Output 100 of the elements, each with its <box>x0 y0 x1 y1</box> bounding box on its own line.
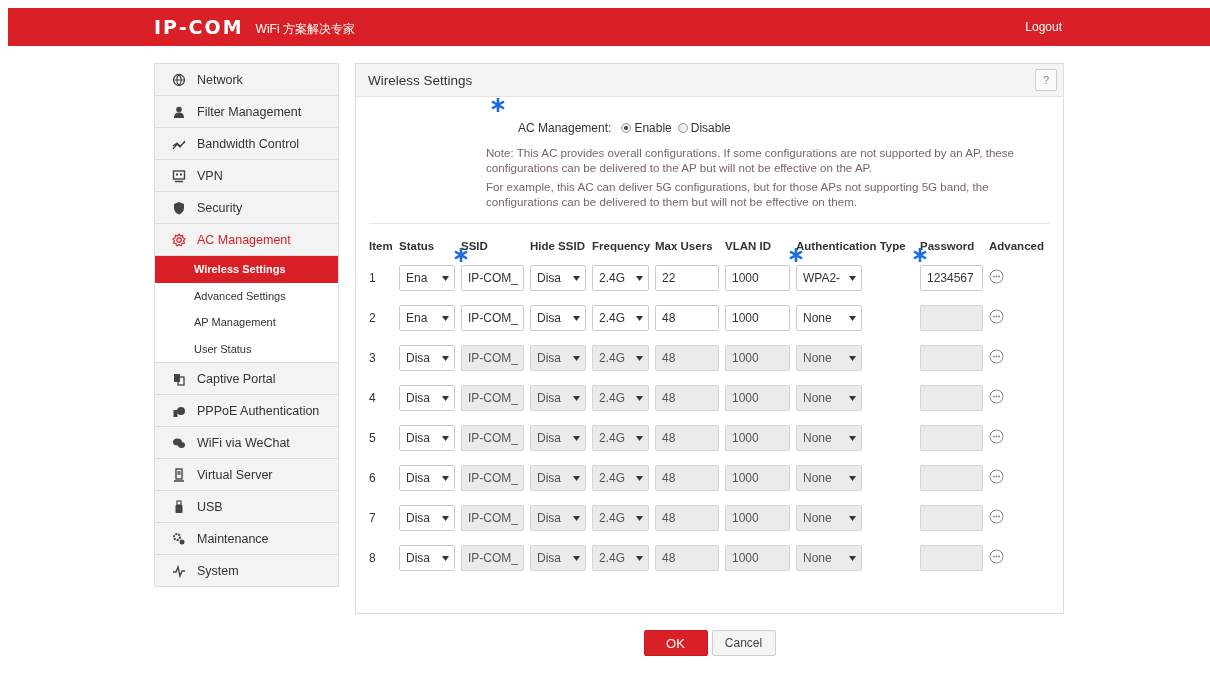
caret-icon <box>636 355 643 361</box>
item-number: 1 <box>369 271 376 285</box>
caret-icon <box>849 275 856 281</box>
submenu-item[interactable]: Advanced Settings <box>155 282 338 309</box>
more-icon[interactable] <box>989 389 1004 404</box>
sidebar-item[interactable]: Captive Portal <box>155 363 338 395</box>
caret-icon <box>442 515 449 521</box>
ok-button[interactable]: OK <box>643 630 708 656</box>
caret-icon <box>636 315 643 321</box>
vlan-id-field[interactable]: 1000 <box>725 265 790 291</box>
pages-icon <box>172 371 186 386</box>
caret-icon <box>636 275 643 281</box>
sidebar-item[interactable]: Bandwidth Control <box>155 128 338 160</box>
password-field[interactable]: 1234567 <box>920 265 983 291</box>
more-icon[interactable] <box>989 309 1004 324</box>
server-icon <box>172 467 186 482</box>
logo: IP-COM <box>154 16 244 38</box>
caret-icon <box>636 395 643 401</box>
caret-icon <box>849 475 856 481</box>
note-text: Note: This AC provides overall configurations. If some configurations are not supported by an AP, these configurations can be delivered to the AP but will not be effective on the AP. <box>486 145 1016 175</box>
caret-icon <box>442 315 449 321</box>
panel-title: Wireless Settings <box>368 72 473 88</box>
caret-icon <box>849 555 856 561</box>
ssid-field[interactable]: IP-COM_ <box>461 265 524 291</box>
column-header: VLAN ID <box>725 240 796 258</box>
item-number: 6 <box>369 471 376 485</box>
caret-icon <box>442 475 449 481</box>
note-text: For example, this AC can deliver 5G configurations, but for those APs not supporting 5G band, the configurations can be delivered to them but will not be effective on them. <box>486 179 990 209</box>
auth-type-select[interactable]: None <box>796 305 862 331</box>
pulse-icon <box>172 563 186 578</box>
ssid-field[interactable]: IP-COM_ <box>461 305 524 331</box>
sidebar-item[interactable]: WiFi via WeChat <box>155 427 338 459</box>
caret-icon <box>849 315 856 321</box>
more-icon[interactable] <box>989 549 1004 564</box>
caret-icon <box>636 475 643 481</box>
submenu-item[interactable]: User Status <box>155 335 338 362</box>
sidebar-item[interactable]: VPN <box>155 160 338 192</box>
max-users-field[interactable]: 48 <box>655 305 719 331</box>
item-number: 7 <box>369 511 376 525</box>
caret-icon <box>573 435 580 441</box>
more-icon[interactable] <box>989 469 1004 484</box>
sidebar-item[interactable]: USB <box>155 491 338 523</box>
sidebar-item[interactable]: Security <box>155 192 338 224</box>
caret-icon <box>573 515 580 521</box>
caret-icon <box>849 395 856 401</box>
hide-ssid-select[interactable]: Disa <box>530 305 586 331</box>
help-button[interactable]: ? <box>1035 69 1057 91</box>
caret-icon <box>573 275 580 281</box>
auth-type-select[interactable]: WPA2- <box>796 265 862 291</box>
frequency-select[interactable]: 2.4G <box>592 305 649 331</box>
hide-ssid-select[interactable]: Disa <box>530 265 586 291</box>
frequency-select[interactable]: 2.4G <box>592 265 649 291</box>
tagline: WiFi 方案解决专家 <box>255 20 355 38</box>
item-number: 4 <box>369 391 376 405</box>
caret-icon <box>636 515 643 521</box>
sidebar-item[interactable]: Filter Management <box>155 96 338 128</box>
item-number: 3 <box>369 351 376 365</box>
more-icon[interactable] <box>989 269 1004 284</box>
caret-icon <box>442 355 449 361</box>
caret-icon <box>573 475 580 481</box>
field-label: AC Management: <box>518 121 612 135</box>
item-number: 2 <box>369 311 376 325</box>
caret-icon <box>573 355 580 361</box>
sidebar-item[interactable]: System <box>155 555 338 586</box>
item-number: 5 <box>369 431 376 445</box>
user-icon <box>172 104 186 119</box>
item-number: 8 <box>369 551 376 565</box>
max-users-field[interactable]: 22 <box>655 265 719 291</box>
monitor-icon <box>172 168 186 183</box>
globe-icon <box>172 72 186 87</box>
gear-icon <box>172 232 186 247</box>
more-icon[interactable] <box>989 349 1004 364</box>
logout-link[interactable]: Logout <box>1025 20 1062 34</box>
submenu-item[interactable]: AP Management <box>155 309 338 336</box>
submenu-item[interactable]: Wireless Settings <box>155 256 338 283</box>
caret-icon <box>442 435 449 441</box>
sidebar-item[interactable]: Maintenance <box>155 523 338 555</box>
gears-icon <box>172 531 186 546</box>
cancel-button[interactable]: Cancel <box>711 630 776 656</box>
caret-icon <box>849 515 856 521</box>
radio-option[interactable]: Enable <box>621 121 672 135</box>
sidebar-item[interactable]: PPPoE Authentication <box>155 395 338 427</box>
caret-icon <box>573 395 580 401</box>
caret-icon <box>442 275 449 281</box>
vlan-id-field[interactable]: 1000 <box>725 305 790 331</box>
caret-icon <box>442 395 449 401</box>
caret-icon <box>573 555 580 561</box>
more-icon[interactable] <box>989 429 1004 444</box>
caret-icon <box>442 555 449 561</box>
caret-icon <box>849 435 856 441</box>
status-select[interactable]: Ena <box>399 265 455 291</box>
sidebar-item[interactable]: Network <box>155 64 338 96</box>
caret-icon <box>849 355 856 361</box>
sidebar-item[interactable]: Virtual Server <box>155 459 338 491</box>
caret-icon <box>636 555 643 561</box>
status-select[interactable]: Ena <box>399 305 455 331</box>
caret-icon <box>573 315 580 321</box>
more-icon[interactable] <box>989 509 1004 524</box>
caret-icon <box>636 435 643 441</box>
radio-option[interactable]: Disable <box>677 121 731 135</box>
